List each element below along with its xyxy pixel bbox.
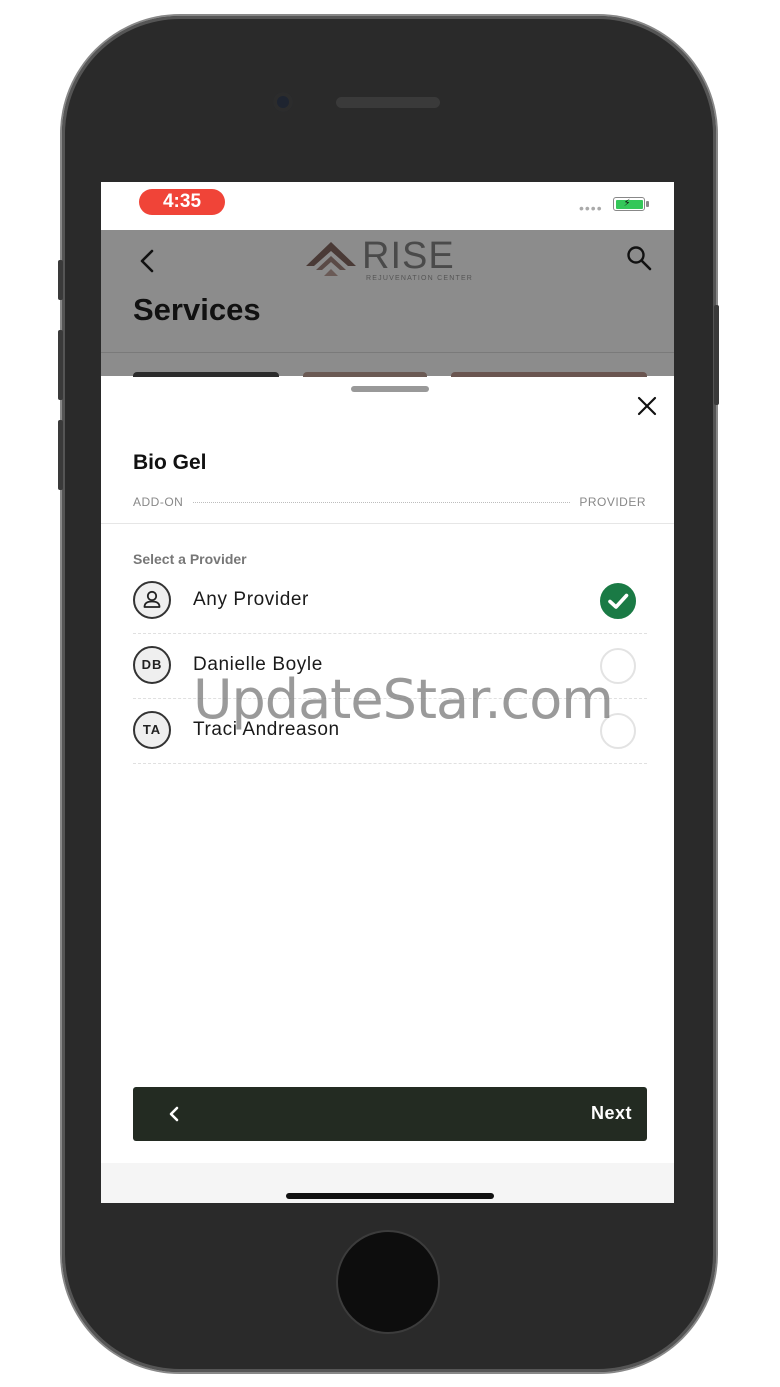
sheet-divider bbox=[101, 523, 674, 524]
page-title: Services bbox=[133, 292, 261, 327]
avatar: DB bbox=[133, 646, 171, 684]
step-connector bbox=[193, 502, 570, 503]
provider-sheet: Bio Gel ADD-ON PROVIDER Select a Provide… bbox=[101, 377, 674, 1203]
chevron-left-icon[interactable] bbox=[163, 1101, 185, 1127]
sheet-grabber[interactable] bbox=[351, 386, 429, 392]
svg-text:RISE: RISE bbox=[362, 235, 455, 277]
provider-name: Any Provider bbox=[193, 589, 309, 610]
phone-power-button bbox=[714, 305, 719, 405]
phone-volume-down bbox=[58, 420, 63, 490]
phone-volume-up bbox=[58, 330, 63, 400]
step-indicator: ADD-ON PROVIDER bbox=[133, 495, 646, 511]
radio-selected[interactable] bbox=[600, 583, 636, 619]
search-icon[interactable] bbox=[625, 244, 653, 272]
close-icon[interactable] bbox=[634, 393, 660, 419]
watermark-text: UpdateStar.com bbox=[193, 668, 614, 731]
battery-icon: ⚡ bbox=[613, 197, 645, 211]
provider-option-any[interactable]: Any Provider bbox=[133, 569, 647, 634]
chevron-left-icon[interactable] bbox=[135, 248, 161, 274]
svg-text:REJUVENATION CENTER: REJUVENATION CENTER bbox=[366, 275, 473, 282]
status-bar: 4:35 •••• ⚡ bbox=[101, 182, 674, 230]
earpiece-speaker bbox=[336, 97, 440, 108]
select-provider-label: Select a Provider bbox=[133, 551, 247, 567]
step-addon: ADD-ON bbox=[133, 495, 184, 509]
rise-logo: RISE REJUVENATION CENTER bbox=[306, 235, 473, 282]
signal-dots: •••• bbox=[579, 200, 603, 216]
step-provider: PROVIDER bbox=[579, 495, 646, 509]
app-header: RISE REJUVENATION CENTER Services bbox=[101, 230, 674, 380]
home-indicator bbox=[286, 1193, 494, 1199]
person-icon bbox=[143, 590, 161, 608]
status-time: 4:35 bbox=[139, 189, 225, 215]
phone-side-button bbox=[58, 260, 63, 300]
service-title: Bio Gel bbox=[133, 451, 207, 474]
avatar: TA bbox=[133, 711, 171, 749]
next-button[interactable]: Next bbox=[591, 1103, 632, 1124]
checkmark-icon bbox=[608, 593, 629, 609]
home-button[interactable] bbox=[336, 1230, 440, 1334]
footer-action-bar: Next bbox=[133, 1087, 647, 1141]
battery-nub bbox=[646, 201, 649, 207]
header-divider bbox=[101, 352, 674, 353]
front-camera bbox=[273, 92, 293, 112]
avatar bbox=[133, 581, 171, 619]
